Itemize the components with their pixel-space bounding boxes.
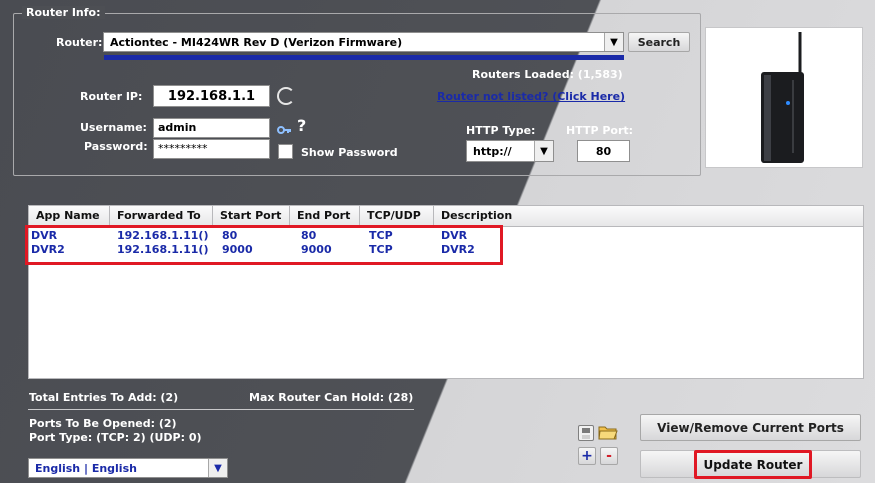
column-header-app-name[interactable]: App Name	[29, 206, 110, 226]
http-port-field[interactable]: 80	[577, 140, 630, 162]
language-select-value: English | English	[35, 462, 137, 475]
save-icon[interactable]	[578, 425, 594, 441]
router-config-window: Router Info: Router: Actiontec - MI424WR…	[0, 0, 875, 483]
username-label: Username:	[80, 121, 147, 134]
router-ip-field[interactable]: 192.168.1.1	[153, 85, 270, 107]
search-button[interactable]: Search	[628, 32, 690, 52]
language-select[interactable]: English | English ▼	[28, 458, 228, 478]
username-field[interactable]: admin	[153, 118, 270, 138]
http-type-select[interactable]: http:// ▼	[466, 140, 554, 162]
router-not-listed-link[interactable]: Router not listed? (Click Here)	[437, 90, 625, 103]
router-ip-label: Router IP:	[80, 90, 143, 103]
key-icon[interactable]	[277, 121, 292, 134]
column-header-start-port[interactable]: Start Port	[213, 206, 290, 226]
view-remove-ports-button[interactable]: View/Remove Current Ports	[640, 414, 861, 441]
footer-divider	[28, 409, 414, 410]
router-image	[705, 27, 863, 168]
http-type-label: HTTP Type:	[466, 124, 536, 137]
router-label: Router:	[56, 36, 103, 49]
add-icon[interactable]: +	[578, 447, 596, 465]
content-layer: Router Info: Router: Actiontec - MI424WR…	[0, 0, 875, 483]
chevron-down-icon[interactable]: ▼	[604, 33, 623, 51]
routers-loaded-count: Routers Loaded: (1,583)	[472, 68, 623, 81]
column-header-end-port[interactable]: End Port	[290, 206, 360, 226]
http-port-label: HTTP Port:	[566, 124, 634, 137]
router-select[interactable]: Actiontec - MI424WR Rev D (Verizon Firmw…	[103, 32, 624, 52]
table-header: App Name Forwarded To Start Port End Por…	[29, 206, 863, 227]
refresh-icon[interactable]	[277, 87, 295, 105]
http-type-value: http://	[473, 145, 512, 158]
rows-highlight-box	[25, 225, 503, 265]
password-field[interactable]: *********	[153, 139, 270, 159]
port-type-text: Port Type: (TCP: 2) (UDP: 0)	[29, 431, 202, 444]
show-password-label: Show Password	[301, 146, 398, 159]
password-label: Password:	[84, 140, 148, 153]
remove-icon[interactable]: -	[600, 447, 618, 465]
accent-divider	[104, 55, 624, 60]
update-router-button[interactable]: Update Router	[694, 450, 812, 479]
column-header-forwarded-to[interactable]: Forwarded To	[110, 206, 213, 226]
router-info-title: Router Info:	[22, 6, 105, 19]
total-entries-text: Total Entries To Add: (2)	[29, 391, 179, 404]
router-select-value: Actiontec - MI424WR Rev D (Verizon Firmw…	[110, 36, 403, 49]
ports-opened-text: Ports To Be Opened: (2)	[29, 417, 177, 430]
column-header-description[interactable]: Description	[434, 206, 863, 226]
max-router-hold-text: Max Router Can Hold: (28)	[249, 391, 414, 404]
help-icon[interactable]: ?	[297, 116, 306, 135]
chevron-down-icon[interactable]: ▼	[534, 141, 553, 161]
chevron-down-icon[interactable]: ▼	[208, 459, 227, 477]
column-header-tcp-udp[interactable]: TCP/UDP	[360, 206, 434, 226]
open-folder-icon[interactable]	[598, 423, 618, 441]
show-password-checkbox[interactable]	[278, 144, 293, 159]
